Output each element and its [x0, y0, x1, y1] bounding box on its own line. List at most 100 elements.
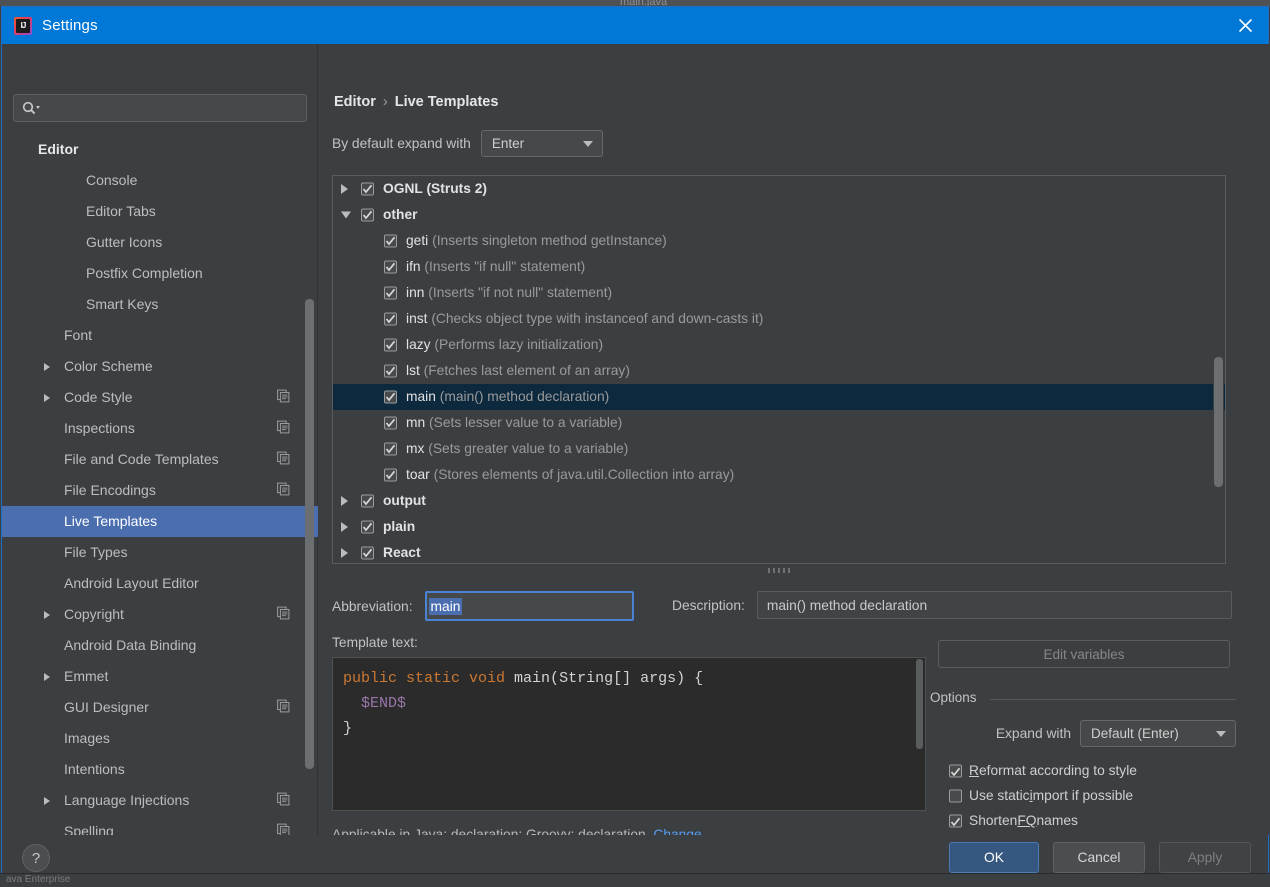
template-group-row[interactable]: other	[333, 202, 1225, 228]
template-checkbox[interactable]	[361, 183, 374, 196]
option-checkbox-row[interactable]: Shorten FQ names	[930, 808, 1236, 833]
copy-settings-icon[interactable]	[277, 475, 290, 506]
sidebar-item-file-types[interactable]: File Types	[2, 537, 318, 568]
expand-arrow-icon[interactable]	[44, 394, 50, 402]
copy-settings-icon[interactable]	[277, 599, 290, 630]
dialog-titlebar: IJ Settings	[2, 7, 1268, 44]
sidebar-item-editor[interactable]: Editor	[2, 134, 318, 165]
template-checkbox[interactable]	[384, 287, 397, 300]
sidebar-scrollbar-thumb[interactable]	[305, 299, 314, 769]
template-row[interactable]: geti (Inserts singleton method getInstan…	[333, 228, 1225, 254]
option-checkbox[interactable]	[949, 814, 962, 827]
close-icon[interactable]	[1222, 7, 1268, 44]
template-checkbox[interactable]	[384, 443, 397, 456]
sidebar-item-file-and-code-templates[interactable]: File and Code Templates	[2, 444, 318, 475]
copy-settings-icon[interactable]	[277, 413, 290, 444]
expand-arrow-icon[interactable]	[341, 184, 348, 194]
template-checkbox[interactable]	[384, 469, 397, 482]
template-checkbox[interactable]	[361, 547, 374, 560]
template-checkbox[interactable]	[361, 521, 374, 534]
template-row[interactable]: inn (Inserts "if not null" statement)	[333, 280, 1225, 306]
sidebar-item-file-encodings[interactable]: File Encodings	[2, 475, 318, 506]
template-checkbox[interactable]	[384, 339, 397, 352]
sidebar-item-gui-designer[interactable]: GUI Designer	[2, 692, 318, 723]
sidebar-item-copyright[interactable]: Copyright	[2, 599, 318, 630]
sidebar-item-intentions[interactable]: Intentions	[2, 754, 318, 785]
sidebar-item-console[interactable]: Console	[2, 165, 318, 196]
template-row[interactable]: lazy (Performs lazy initialization)	[333, 332, 1225, 358]
collapse-arrow-icon[interactable]	[341, 212, 351, 219]
sidebar-item-font[interactable]: Font	[2, 320, 318, 351]
option-checkbox[interactable]	[949, 764, 962, 777]
template-row[interactable]: toar (Stores elements of java.util.Colle…	[333, 462, 1225, 488]
template-group-row[interactable]: OGNL (Struts 2)	[333, 176, 1225, 202]
sidebar-item-android-layout-editor[interactable]: Android Layout Editor	[2, 568, 318, 599]
copy-settings-icon[interactable]	[277, 382, 290, 413]
sidebar-item-color-scheme[interactable]: Color Scheme	[2, 351, 318, 382]
sidebar-item-android-data-binding[interactable]: Android Data Binding	[2, 630, 318, 661]
template-group-row[interactable]: plain	[333, 514, 1225, 540]
expand-arrow-icon[interactable]	[341, 522, 348, 532]
expand-with-dropdown[interactable]: Default (Enter)	[1080, 720, 1236, 747]
description-input[interactable]: main() method declaration	[757, 591, 1232, 619]
template-checkbox[interactable]	[384, 391, 397, 404]
template-tree-scrollbar-thumb[interactable]	[1214, 357, 1223, 487]
expand-arrow-icon[interactable]	[341, 496, 348, 506]
template-checkbox[interactable]	[384, 417, 397, 430]
expand-arrow-icon[interactable]	[44, 611, 50, 619]
template-editor-scrollbar[interactable]	[915, 659, 924, 810]
template-row[interactable]: mx (Sets greater value to a variable)	[333, 436, 1225, 462]
sidebar-item-postfix-completion[interactable]: Postfix Completion	[2, 258, 318, 289]
sidebar-item-code-style[interactable]: Code Style	[2, 382, 318, 413]
abbreviation-input[interactable]: main	[425, 591, 634, 621]
default-expand-value: Enter	[482, 136, 534, 151]
sidebar-item-images[interactable]: Images	[2, 723, 318, 754]
template-row[interactable]: ifn (Inserts "if null" statement)	[333, 254, 1225, 280]
cancel-button[interactable]: Cancel	[1053, 842, 1145, 873]
sidebar-item-live-templates[interactable]: Live Templates	[2, 506, 318, 537]
template-row[interactable]: inst (Checks object type with instanceof…	[333, 306, 1225, 332]
sidebar-item-language-injections[interactable]: Language Injections	[2, 785, 318, 816]
template-checkbox[interactable]	[384, 235, 397, 248]
description-label: Description:	[672, 598, 745, 613]
expand-arrow-icon[interactable]	[341, 548, 348, 558]
pane-splitter[interactable]	[332, 565, 1226, 577]
option-checkbox-row[interactable]: Reformat according to style	[930, 758, 1236, 783]
sidebar-item-inspections[interactable]: Inspections	[2, 413, 318, 444]
template-row[interactable]: lst (Fetches last element of an array)	[333, 358, 1225, 384]
expand-arrow-icon[interactable]	[44, 797, 50, 805]
copy-settings-icon[interactable]	[277, 692, 290, 723]
template-tree-scrollbar[interactable]	[1213, 177, 1224, 563]
sidebar-search-box[interactable]	[13, 94, 307, 122]
expand-arrow-icon[interactable]	[44, 363, 50, 371]
copy-settings-icon[interactable]	[277, 444, 290, 475]
template-editor-scrollbar-thumb[interactable]	[916, 659, 923, 749]
template-group-row[interactable]: React	[333, 540, 1225, 564]
live-templates-tree[interactable]: OGNL (Struts 2)othergeti (Inserts single…	[332, 175, 1226, 564]
expand-arrow-icon[interactable]	[44, 673, 50, 681]
template-checkbox[interactable]	[384, 261, 397, 274]
breadcrumb-parent[interactable]: Editor	[334, 94, 376, 110]
template-checkbox[interactable]	[384, 313, 397, 326]
template-checkbox[interactable]	[384, 365, 397, 378]
edit-variables-button[interactable]: Edit variables	[938, 640, 1230, 668]
copy-settings-icon[interactable]	[277, 785, 290, 816]
option-checkbox[interactable]	[949, 789, 962, 802]
sidebar-item-editor-tabs[interactable]: Editor Tabs	[2, 196, 318, 227]
template-row[interactable]: main (main() method declaration)	[333, 384, 1225, 410]
option-checkbox-row[interactable]: Use static import if possible	[930, 783, 1236, 808]
sidebar-item-gutter-icons[interactable]: Gutter Icons	[2, 227, 318, 258]
template-group-row[interactable]: output	[333, 488, 1225, 514]
template-checkbox[interactable]	[361, 495, 374, 508]
sidebar-scrollbar[interactable]	[305, 142, 314, 782]
sidebar-item-emmet[interactable]: Emmet	[2, 661, 318, 692]
help-button[interactable]: ?	[22, 844, 50, 872]
default-expand-dropdown[interactable]: Enter	[481, 130, 603, 157]
template-checkbox[interactable]	[361, 209, 374, 222]
ok-button[interactable]: OK	[949, 842, 1039, 873]
search-input[interactable]	[41, 95, 306, 121]
template-text-editor[interactable]: public static void main(String[] args) {…	[332, 657, 926, 811]
sidebar-item-label: Editor	[38, 141, 78, 157]
sidebar-item-smart-keys[interactable]: Smart Keys	[2, 289, 318, 320]
template-row[interactable]: mn (Sets lesser value to a variable)	[333, 410, 1225, 436]
